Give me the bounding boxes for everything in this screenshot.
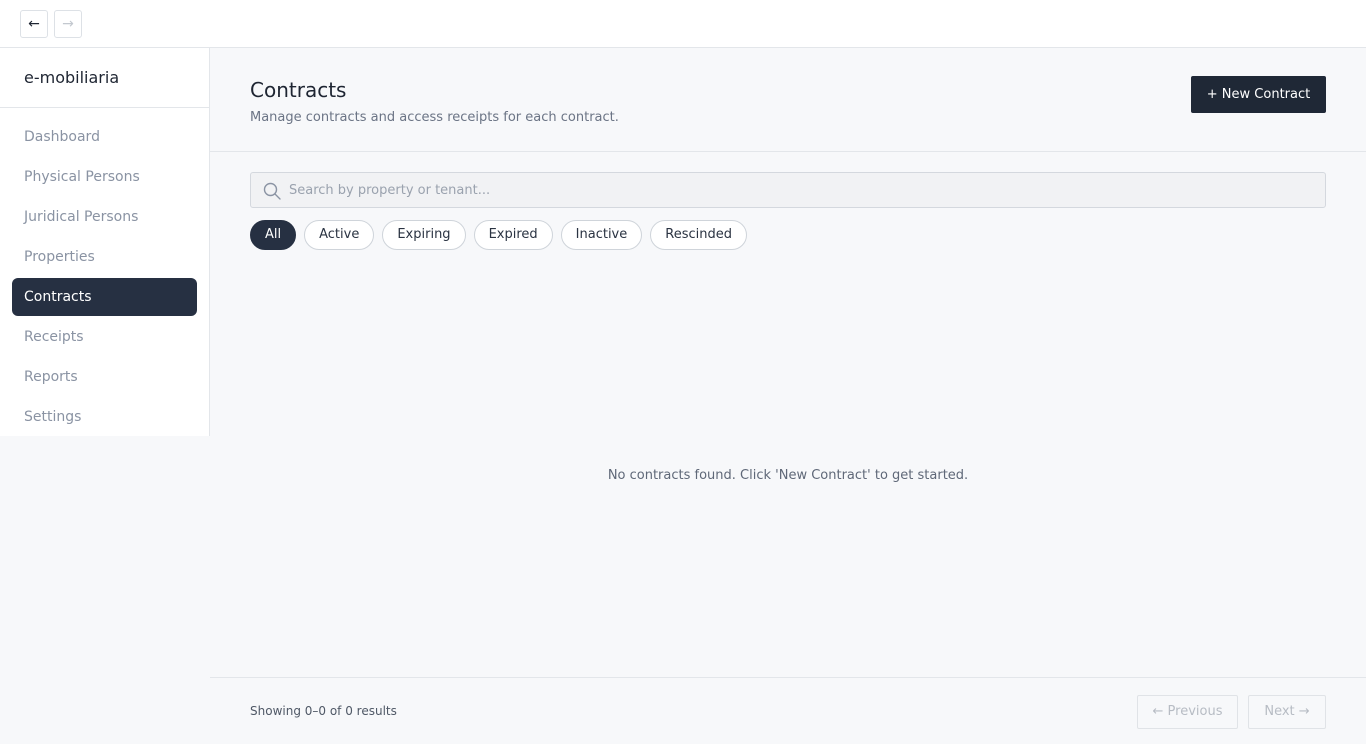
sidebar-item-contracts[interactable]: Contracts	[12, 278, 197, 316]
sidebar-menu: Dashboard Physical Persons Juridical Per…	[0, 108, 209, 436]
filter-all[interactable]: All	[250, 220, 297, 250]
search-box[interactable]	[250, 172, 1326, 208]
sidebar-item-juridical-persons[interactable]: Juridical Persons	[12, 198, 197, 236]
filter-expired[interactable]: Expired	[473, 220, 553, 250]
next-page-button[interactable]: Next →	[1248, 695, 1326, 729]
search-input[interactable]	[289, 173, 1319, 207]
filter-active[interactable]: Active	[304, 220, 375, 250]
main-content: Contracts Manage contracts and access re…	[210, 48, 1366, 744]
status-filters: All Active Expiring Expired Inactive Res…	[250, 220, 747, 250]
back-button[interactable]: ←	[20, 10, 48, 38]
sidebar-item-physical-persons[interactable]: Physical Persons	[12, 158, 197, 196]
previous-page-button[interactable]: ← Previous	[1137, 695, 1238, 729]
results-count: Showing 0–0 of 0 results	[250, 704, 397, 718]
app-brand: e-mobiliaria	[0, 48, 209, 108]
filter-inactive[interactable]: Inactive	[560, 220, 643, 250]
sidebar-item-settings[interactable]: Settings	[12, 398, 197, 436]
filter-rescinded[interactable]: Rescinded	[650, 220, 747, 250]
top-bar: ← →	[0, 0, 1366, 48]
sidebar-item-properties[interactable]: Properties	[12, 238, 197, 276]
sidebar-item-reports[interactable]: Reports	[12, 358, 197, 396]
pagination-footer: Showing 0–0 of 0 results ← Previous Next…	[210, 677, 1366, 744]
search-icon	[263, 182, 281, 200]
empty-state-message: No contracts found. Click 'New Contract'…	[607, 468, 969, 483]
sidebar-item-dashboard[interactable]: Dashboard	[12, 118, 197, 156]
filter-expiring[interactable]: Expiring	[382, 220, 466, 250]
page-title: Contracts	[250, 78, 347, 102]
forward-button[interactable]: →	[54, 10, 82, 38]
new-contract-button[interactable]: + New Contract	[1191, 76, 1326, 113]
page-header: Contracts Manage contracts and access re…	[210, 48, 1366, 152]
page-subtitle: Manage contracts and access receipts for…	[250, 110, 619, 125]
sidebar-item-receipts[interactable]: Receipts	[12, 318, 197, 356]
sidebar: e-mobiliaria Dashboard Physical Persons …	[0, 48, 210, 436]
